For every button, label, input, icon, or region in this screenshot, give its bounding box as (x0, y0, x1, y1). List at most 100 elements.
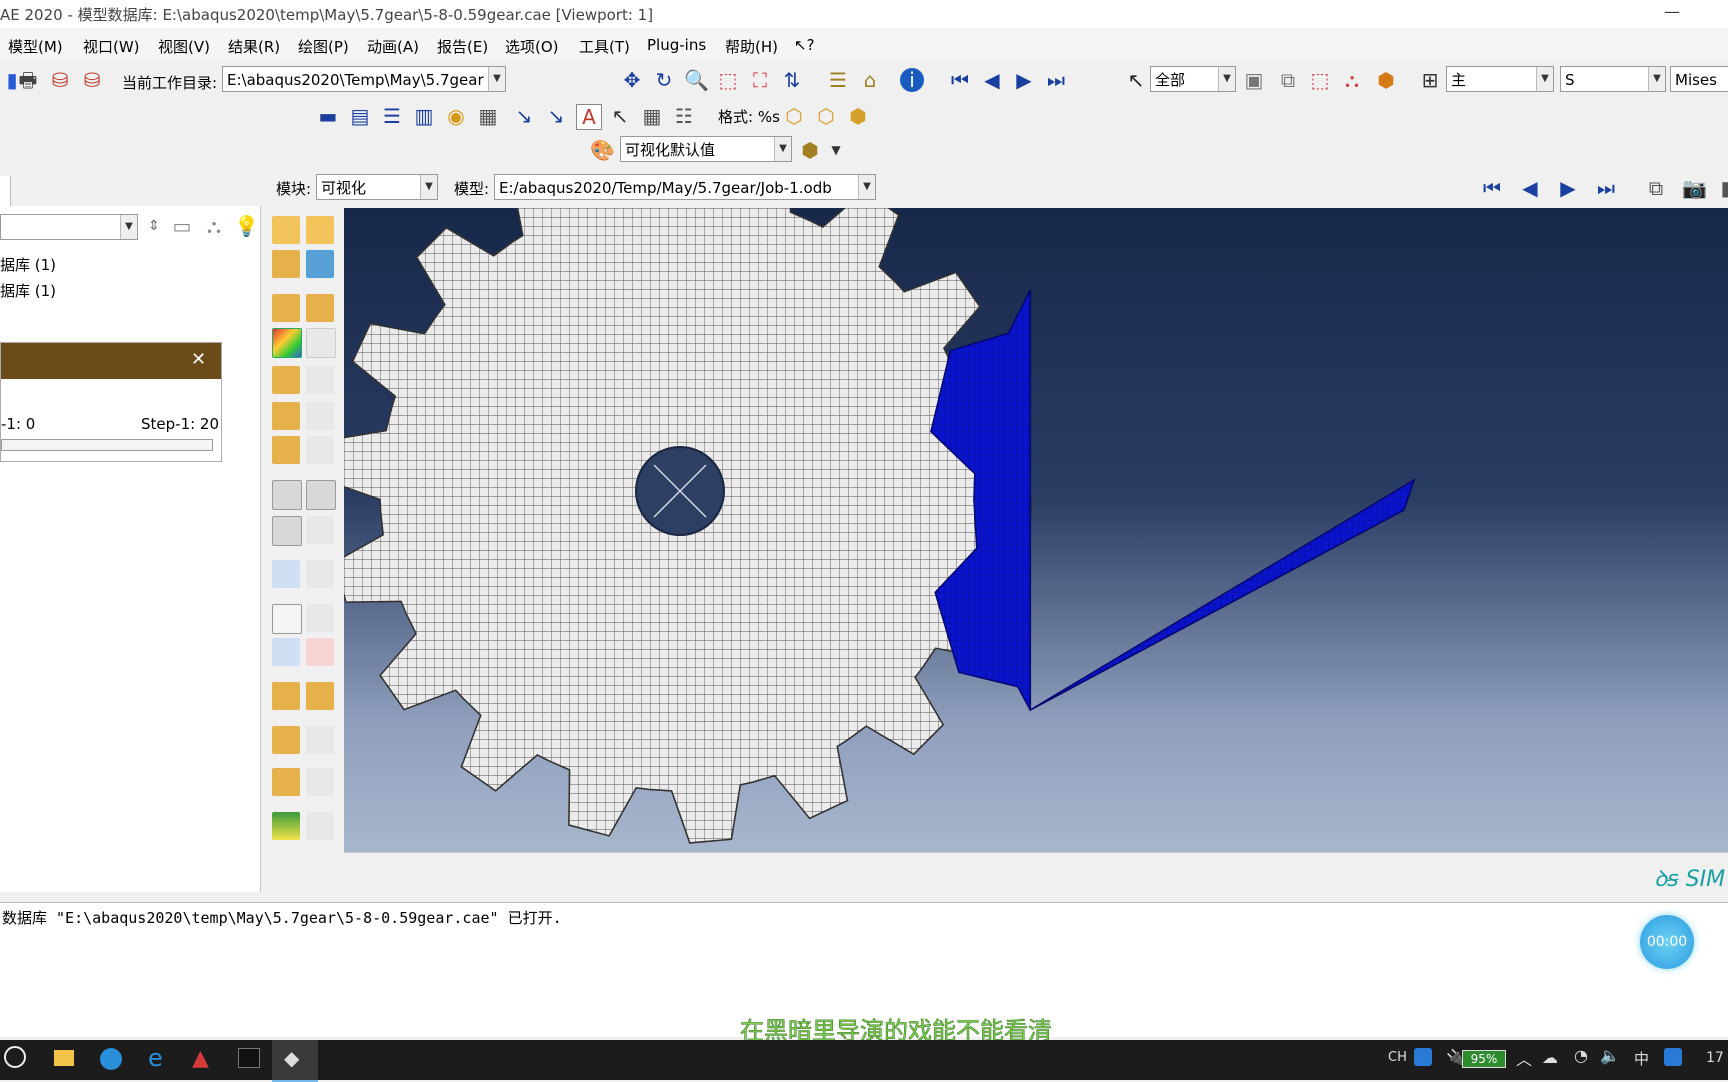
first-frame-icon[interactable]: ⏮ (1480, 176, 1504, 200)
chevron-down-icon[interactable]: ▼ (120, 215, 137, 239)
matlab-icon[interactable]: ▲ (192, 1046, 209, 1071)
file-explorer-icon[interactable] (54, 1050, 74, 1066)
tree-item-models[interactable]: 据库 (1) (0, 254, 56, 275)
ie-icon[interactable]: e (148, 1044, 163, 1072)
model-combo[interactable]: E:/abaqus2020/Temp/May/5.7gear/Job-1.odb… (494, 174, 876, 200)
close-icon[interactable]: ✕ (191, 349, 206, 370)
material-orientation-icon[interactable] (272, 402, 300, 430)
edge-icon[interactable] (100, 1048, 122, 1070)
iso-view-icon[interactable]: ⬡ (782, 104, 806, 128)
terminal-icon[interactable] (238, 1048, 260, 1068)
text-arrow-icon[interactable]: ↘ (512, 104, 536, 128)
print-icon[interactable]: 🖶 (16, 68, 40, 92)
list-icon[interactable]: ☷ (672, 104, 696, 128)
pointer-icon[interactable]: ↖ (608, 104, 632, 128)
symbol-options-icon[interactable] (306, 366, 334, 394)
pan-icon[interactable]: ✥ (620, 68, 644, 92)
animate-harmonic-icon[interactable] (306, 480, 336, 510)
viewport-vertical-icon[interactable]: ▥ (412, 104, 436, 128)
display-group-manager-icon[interactable] (306, 768, 334, 796)
zoom-icon[interactable]: 🔍 (684, 68, 709, 92)
undeformed-shape-icon[interactable] (272, 216, 300, 244)
chevron-down-icon[interactable]: ▼ (420, 175, 437, 199)
stream-manager-icon[interactable] (306, 682, 334, 710)
select-cursor-icon[interactable]: ↖ (1124, 68, 1148, 92)
timer-badge[interactable]: 00:00 (1640, 915, 1694, 969)
volume-icon[interactable]: 🔈 (1600, 1046, 1620, 1065)
cube-icon[interactable]: ⬢ (798, 138, 822, 162)
chevron-down-icon[interactable]: ▼ (1648, 67, 1665, 91)
menu-report[interactable]: 报告(E) (437, 36, 488, 57)
tree-expand-icon[interactable]: ⛬ (202, 214, 226, 238)
vis-defaults-combo[interactable]: 可视化默认值 ▼ (620, 136, 792, 162)
module-combo[interactable]: 可视化 ▼ (316, 174, 438, 200)
tree-filter-combo[interactable]: ▼ (0, 214, 138, 240)
chevron-down-icon[interactable]: ▼ (1218, 67, 1235, 91)
search-icon[interactable] (4, 1046, 26, 1068)
cycle-views-icon[interactable]: ⇅ (780, 68, 804, 92)
prev-frame-icon[interactable]: ◀ (1518, 176, 1542, 200)
deformed-shape-icon[interactable] (306, 216, 334, 244)
menu-plugins[interactable]: Plug-ins (647, 36, 706, 54)
animate-time-icon[interactable] (272, 516, 302, 546)
first-frame-icon[interactable]: ⏮ (948, 68, 972, 92)
menu-results[interactable]: 结果(R) (228, 36, 280, 57)
tray-app-icon[interactable] (1414, 1048, 1432, 1066)
spin-arrows-icon[interactable]: ⇕ (142, 214, 166, 238)
chevron-down-icon[interactable]: ▼ (488, 67, 505, 91)
cloud-icon[interactable]: ☁ (1542, 1048, 1558, 1067)
info-icon[interactable]: i (900, 68, 924, 92)
animate-scale-icon[interactable] (272, 480, 302, 510)
selection-filter-combo[interactable]: 全部 ▼ (1150, 66, 1236, 92)
box-zoom-icon[interactable]: ⬚ (716, 68, 740, 92)
minimize-button[interactable]: — (1664, 2, 1680, 21)
palette-icon[interactable]: 🎨 (590, 138, 615, 162)
viewport-horizontal-icon[interactable]: ☰ (380, 104, 404, 128)
top-view-icon[interactable]: ⬢ (846, 104, 870, 128)
last-frame-icon[interactable]: ⏭ (1594, 176, 1618, 200)
copy-viewport-icon[interactable]: ⧉ (1644, 176, 1668, 200)
camera-icon[interactable]: 📷 (1682, 176, 1707, 200)
orientation-options-icon[interactable] (306, 402, 334, 430)
field-output-combo[interactable]: S ▼ (1560, 66, 1666, 92)
view-cut-manager-icon[interactable] (306, 560, 334, 588)
tray-app-icon[interactable] (1664, 1048, 1682, 1066)
plot-all-icon[interactable] (272, 436, 300, 464)
chevron-up-icon[interactable]: ︿ (1516, 1046, 1532, 1070)
allow-multiple-icon[interactable] (306, 250, 334, 278)
input-lang[interactable]: CH (1388, 1050, 1407, 1065)
text-icon[interactable]: A (576, 104, 602, 130)
menu-viewport[interactable]: 视口(W) (83, 36, 140, 57)
xy-data-icon[interactable] (272, 604, 302, 634)
prev-frame-icon[interactable]: ◀ (980, 68, 1004, 92)
symbol-plot-icon[interactable] (272, 366, 300, 394)
last-frame-icon[interactable]: ⏭ (1044, 68, 1068, 92)
xy-manager-icon[interactable] (306, 604, 334, 632)
tree-folder-icon[interactable]: ▭ (170, 214, 194, 238)
menu-plot[interactable]: 绘图(P) (298, 36, 349, 57)
abaqus-task-button[interactable]: ◆ (272, 1040, 318, 1082)
animation-options-icon[interactable] (306, 516, 334, 544)
display-group-icon[interactable] (272, 768, 300, 796)
chevron-down-icon[interactable]: ▼ (858, 175, 875, 199)
color-code-icon[interactable] (272, 812, 300, 840)
menu-tools[interactable]: 工具(T) (579, 36, 630, 57)
perspective-icon[interactable]: ☰ (826, 68, 850, 92)
workdir-combo[interactable]: E:\abaqus2020\Temp\May\5.7gear ▼ (222, 66, 506, 92)
chevron-down-icon[interactable]: ▼ (1536, 67, 1553, 91)
free-body-icon[interactable] (272, 726, 300, 754)
chevron-down-icon[interactable]: ▼ (774, 137, 791, 161)
color-manager-icon[interactable] (306, 812, 334, 840)
stream-icon[interactable] (272, 682, 300, 710)
database-upload-icon[interactable]: ⛁ (80, 68, 104, 92)
plot-contours-icon[interactable] (272, 294, 300, 322)
select-nodes-icon[interactable]: ⛬ (1340, 68, 1364, 92)
arrow-icon[interactable]: ↘ (544, 104, 568, 128)
plot-options-icon[interactable] (306, 436, 334, 464)
free-body-manager-icon[interactable] (306, 726, 334, 754)
lightbulb-icon[interactable]: 💡 (234, 214, 259, 238)
front-view-icon[interactable]: ⬡ (814, 104, 838, 128)
battery-indicator[interactable]: 95% (1462, 1050, 1506, 1068)
menu-options[interactable]: 选项(O) (505, 36, 559, 57)
result-option-icon[interactable]: ⊞ (1418, 68, 1442, 92)
